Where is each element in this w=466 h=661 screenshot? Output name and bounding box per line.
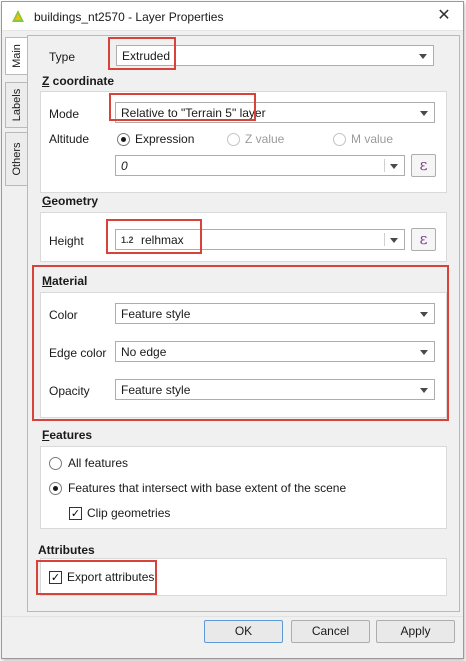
mode-select-value: Relative to "Terrain 5" layer: [121, 106, 266, 120]
tab-main[interactable]: Main: [5, 37, 27, 75]
edge-color-select-value: No edge: [121, 345, 167, 359]
altitude-expression-input[interactable]: 0: [115, 155, 405, 176]
altitude-expression-value: 0: [121, 159, 128, 173]
type-select[interactable]: Extruded: [116, 45, 434, 66]
color-select-value: Feature style: [121, 307, 191, 321]
expression-radio[interactable]: [117, 133, 130, 146]
combo-separator: [384, 233, 385, 246]
main-panel: Type Extruded Z coordinate Mode Relative…: [27, 35, 460, 612]
title-bar: buildings_nt2570 - Layer Properties ✕: [2, 2, 463, 31]
tab-others[interactable]: Others: [5, 132, 27, 186]
m-value-radio-label: M value: [351, 132, 394, 146]
numeric-type-badge: 1.2: [121, 235, 134, 245]
chevron-down-icon: [420, 111, 428, 116]
attributes-group: ✓ Export attributes: [40, 558, 447, 596]
m-value-radio[interactable]: [333, 133, 346, 146]
material-title: Material: [42, 274, 88, 288]
chevron-down-icon: [390, 164, 398, 169]
clip-geometries-label: Clip geometries: [87, 506, 171, 520]
opacity-select[interactable]: Feature style: [115, 379, 435, 400]
altitude-expression-button[interactable]: ε: [411, 154, 436, 177]
intersect-features-radio[interactable]: [49, 482, 62, 495]
qgis-app-icon: [12, 10, 24, 22]
ok-button[interactable]: OK: [204, 620, 283, 643]
z-coordinate-group: Mode Relative to "Terrain 5" layer Altit…: [40, 91, 447, 193]
close-icon[interactable]: ✕: [435, 7, 453, 25]
export-attributes-label: Export attributes: [67, 570, 155, 584]
z-value-radio-label: Z value: [245, 132, 285, 146]
combo-separator: [384, 159, 385, 172]
attributes-title: Attributes: [38, 543, 95, 557]
height-label: Height: [49, 234, 84, 248]
intersect-features-label: Features that intersect with base extent…: [68, 481, 347, 495]
type-select-value: Extruded: [122, 49, 171, 63]
all-features-radio[interactable]: [49, 457, 62, 470]
features-title: Features: [42, 428, 93, 442]
layer-properties-dialog: buildings_nt2570 - Layer Properties ✕ Ma…: [1, 1, 464, 659]
edge-color-select[interactable]: No edge: [115, 341, 435, 362]
mode-select[interactable]: Relative to "Terrain 5" layer: [115, 102, 435, 123]
material-group: Color Feature style Edge color No edge O…: [40, 292, 447, 418]
apply-button[interactable]: Apply: [376, 620, 455, 643]
edge-color-label: Edge color: [49, 346, 107, 360]
footer-divider: [2, 616, 463, 617]
geometry-group: Height 1.2 relhmax ε: [40, 212, 447, 262]
height-input[interactable]: 1.2 relhmax: [115, 229, 405, 250]
chevron-down-icon: [419, 54, 427, 59]
z-value-radio[interactable]: [227, 133, 240, 146]
opacity-label: Opacity: [49, 384, 90, 398]
chevron-down-icon: [420, 312, 428, 317]
z-coordinate-title: Z coordinate: [42, 74, 115, 88]
color-label: Color: [49, 308, 78, 322]
tab-main-label: Main: [10, 44, 23, 68]
window-title: buildings_nt2570 - Layer Properties: [34, 10, 224, 24]
color-select[interactable]: Feature style: [115, 303, 435, 324]
chevron-down-icon: [420, 388, 428, 393]
type-label: Type: [49, 50, 76, 64]
chevron-down-icon: [390, 238, 398, 243]
mode-label: Mode: [49, 107, 80, 121]
tab-labels[interactable]: Labels: [5, 82, 27, 128]
chevron-down-icon: [420, 350, 428, 355]
all-features-label: All features: [68, 456, 129, 470]
cancel-button[interactable]: Cancel: [291, 620, 370, 643]
height-expression-button[interactable]: ε: [411, 228, 436, 251]
geometry-title: Geometry: [42, 194, 99, 208]
tab-others-label: Others: [10, 142, 23, 176]
tab-labels-label: Labels: [10, 88, 23, 122]
opacity-select-value: Feature style: [121, 383, 191, 397]
expression-radio-label: Expression: [135, 132, 195, 146]
export-attributes-checkbox[interactable]: ✓: [49, 571, 62, 584]
altitude-label: Altitude: [49, 132, 90, 146]
height-value: relhmax: [141, 233, 184, 247]
clip-geometries-checkbox[interactable]: ✓: [69, 507, 82, 520]
features-group: All features Features that intersect wit…: [40, 446, 447, 529]
